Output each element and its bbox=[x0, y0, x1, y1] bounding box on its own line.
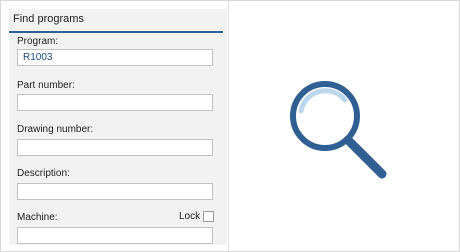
program-field[interactable] bbox=[17, 49, 213, 66]
drawing-number-label: Drawing number: bbox=[17, 124, 94, 135]
part-number-label: Part number: bbox=[17, 80, 75, 91]
magnifier-icon bbox=[290, 81, 387, 179]
panel-header: Find programs bbox=[9, 9, 223, 33]
machine-label: Machine: bbox=[17, 212, 58, 223]
part-number-field[interactable] bbox=[17, 94, 213, 111]
panel-title: Find programs bbox=[13, 13, 84, 25]
program-label: Program: bbox=[17, 36, 59, 47]
description-label: Description: bbox=[17, 168, 70, 179]
drawing-number-field[interactable] bbox=[17, 139, 213, 156]
panel-divider bbox=[228, 1, 229, 251]
lock-label: Lock bbox=[179, 211, 201, 223]
machine-field[interactable] bbox=[17, 227, 213, 244]
lock-checkbox[interactable]: Lock bbox=[179, 211, 215, 223]
lock-checkbox-box[interactable] bbox=[203, 211, 215, 222]
description-field[interactable] bbox=[17, 183, 213, 200]
find-programs-window: Find programs Program: Part number: Draw… bbox=[0, 0, 460, 252]
